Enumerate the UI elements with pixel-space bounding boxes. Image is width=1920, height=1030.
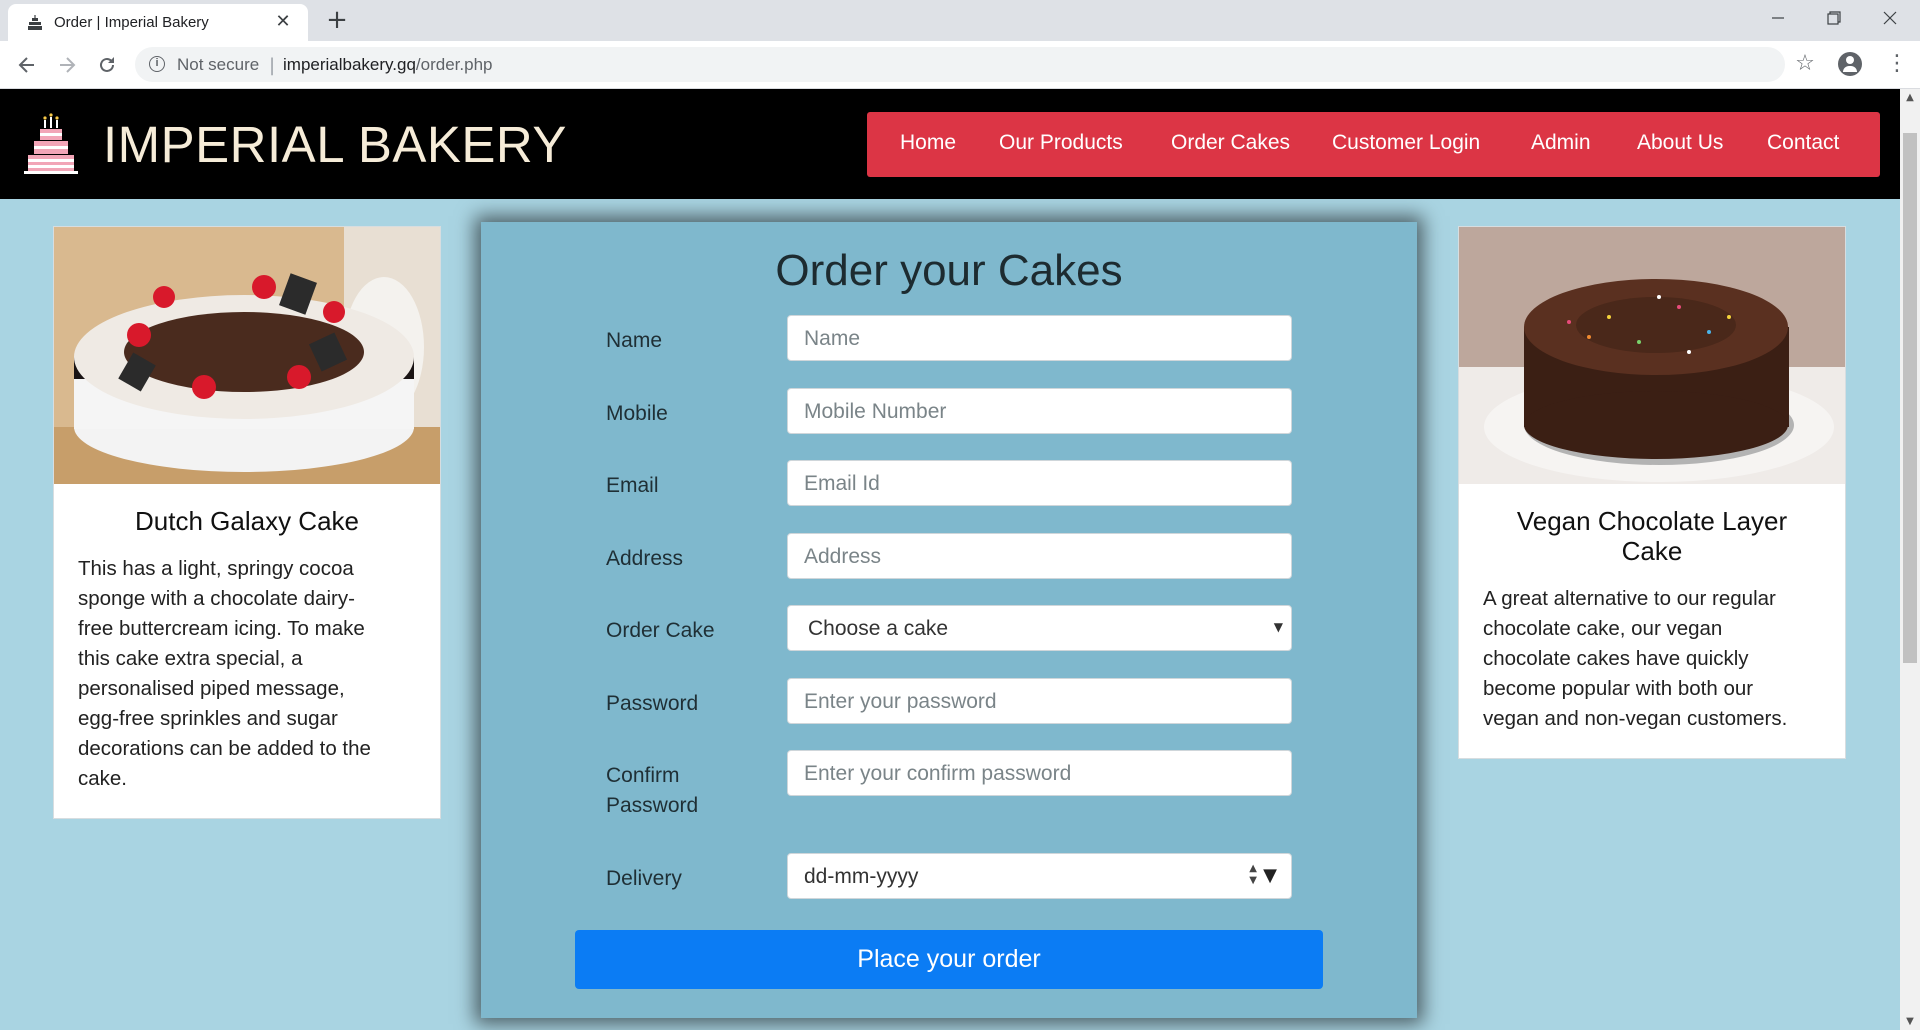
nav-customer-login[interactable]: Customer Login	[1332, 131, 1480, 155]
nav-admin[interactable]: Admin	[1531, 131, 1591, 155]
order-form: Order your Cakes Name Name Mobile Mobile…	[481, 222, 1417, 1018]
card-title: Vegan Chocolate Layer Cake	[1516, 506, 1788, 566]
url-text[interactable]: imperialbakery.gq/order.php	[283, 55, 492, 75]
address-input[interactable]: Address	[787, 533, 1292, 579]
confirm-password-input[interactable]: Enter your confirm password	[787, 750, 1292, 796]
dutch-galaxy-cake-image	[54, 227, 440, 484]
product-card-vegan-chocolate: Vegan Chocolate Layer Cake A great alter…	[1458, 226, 1846, 759]
scroll-down-arrow-icon[interactable]: ▼	[1900, 1013, 1920, 1030]
page-scrollbar[interactable]: ▲ ▼	[1900, 89, 1920, 1030]
cake-favicon	[28, 15, 42, 30]
back-arrow-icon[interactable]	[11, 49, 43, 81]
nav-about-us[interactable]: About Us	[1637, 131, 1723, 155]
address-label: Address	[606, 547, 684, 570]
reload-icon[interactable]	[91, 49, 123, 81]
url-separator: |	[269, 55, 276, 76]
vegan-chocolate-cake-image	[1459, 227, 1845, 484]
tab-close-icon[interactable]: ✕	[272, 11, 294, 33]
delivery-label: Delivery	[606, 867, 682, 890]
nav-contact[interactable]: Contact	[1767, 131, 1839, 155]
mobile-input[interactable]: Mobile Number	[787, 388, 1292, 434]
scroll-up-arrow-icon[interactable]: ▲	[1900, 89, 1920, 106]
card-description: This has a light, springy cocoa sponge w…	[78, 557, 371, 790]
product-card-dutch-galaxy: Dutch Galaxy Cake This has a light, spri…	[53, 226, 441, 819]
name-label: Name	[606, 329, 663, 352]
calendar-dropdown-icon[interactable]: ▼	[1263, 865, 1277, 886]
info-icon[interactable]: i	[149, 56, 165, 72]
browser-toolbar: i Not secure | imperialbakery.gq/order.p…	[0, 41, 1920, 89]
nav-home[interactable]: Home	[900, 131, 956, 155]
tab-title: Order | Imperial Bakery	[54, 14, 209, 31]
card-title: Dutch Galaxy Cake	[135, 506, 359, 536]
chevron-down-icon: ▼	[1273, 620, 1283, 634]
address-bar[interactable]: i Not secure | imperialbakery.gq/order.p…	[135, 47, 1785, 82]
place-order-button[interactable]: Place your order	[575, 930, 1323, 989]
cake-select[interactable]: Choose a cake ▼	[787, 605, 1292, 651]
window-close-icon[interactable]	[1862, 0, 1918, 36]
nav-our-products[interactable]: Our Products	[999, 131, 1123, 155]
email-input[interactable]: Email Id	[787, 460, 1292, 506]
site-header: IMPERIAL BAKERY Home Our Products Order …	[0, 89, 1900, 199]
forward-arrow-icon[interactable]	[51, 49, 83, 81]
account-icon[interactable]	[1838, 52, 1862, 76]
star-icon[interactable]: ☆	[1790, 49, 1820, 79]
card-description: A great alternative to our regular choco…	[1483, 587, 1788, 730]
password-label: Password	[606, 692, 699, 715]
email-label: Email	[606, 474, 659, 497]
mobile-label: Mobile	[606, 402, 668, 425]
nav-order-cakes[interactable]: Order Cakes	[1171, 131, 1290, 155]
name-input[interactable]: Name	[787, 315, 1292, 361]
form-title: Order your Cakes	[775, 246, 1123, 295]
main-nav: Home Our Products Order Cakes Customer L…	[867, 112, 1880, 177]
kebab-menu-icon[interactable]: ⋮	[1886, 49, 1908, 79]
password-input[interactable]: Enter your password	[787, 678, 1292, 724]
date-spinner-icon[interactable]: ▲ ▼	[1249, 863, 1257, 887]
bakery-logo-icon[interactable]	[20, 111, 82, 175]
site-brand[interactable]: IMPERIAL BAKERY	[103, 115, 567, 174]
active-tab[interactable]: Order | Imperial Bakery ✕	[8, 4, 308, 41]
scroll-thumb[interactable]	[1903, 133, 1917, 663]
restore-icon[interactable]	[1806, 0, 1862, 36]
page-viewport: IMPERIAL BAKERY Home Our Products Order …	[0, 89, 1900, 1030]
delivery-date-input[interactable]: dd-mm-yyyy ▲ ▼ ▼	[787, 853, 1292, 899]
browser-tab-strip: Order | Imperial Bakery ✕ +	[0, 0, 1920, 41]
minimize-icon[interactable]	[1750, 0, 1806, 36]
order-cake-label: Order Cake	[606, 619, 715, 642]
confirm-password-label: Confirm Password	[606, 764, 699, 817]
security-status[interactable]: Not secure	[177, 55, 259, 75]
new-tab-button[interactable]: +	[322, 5, 352, 35]
